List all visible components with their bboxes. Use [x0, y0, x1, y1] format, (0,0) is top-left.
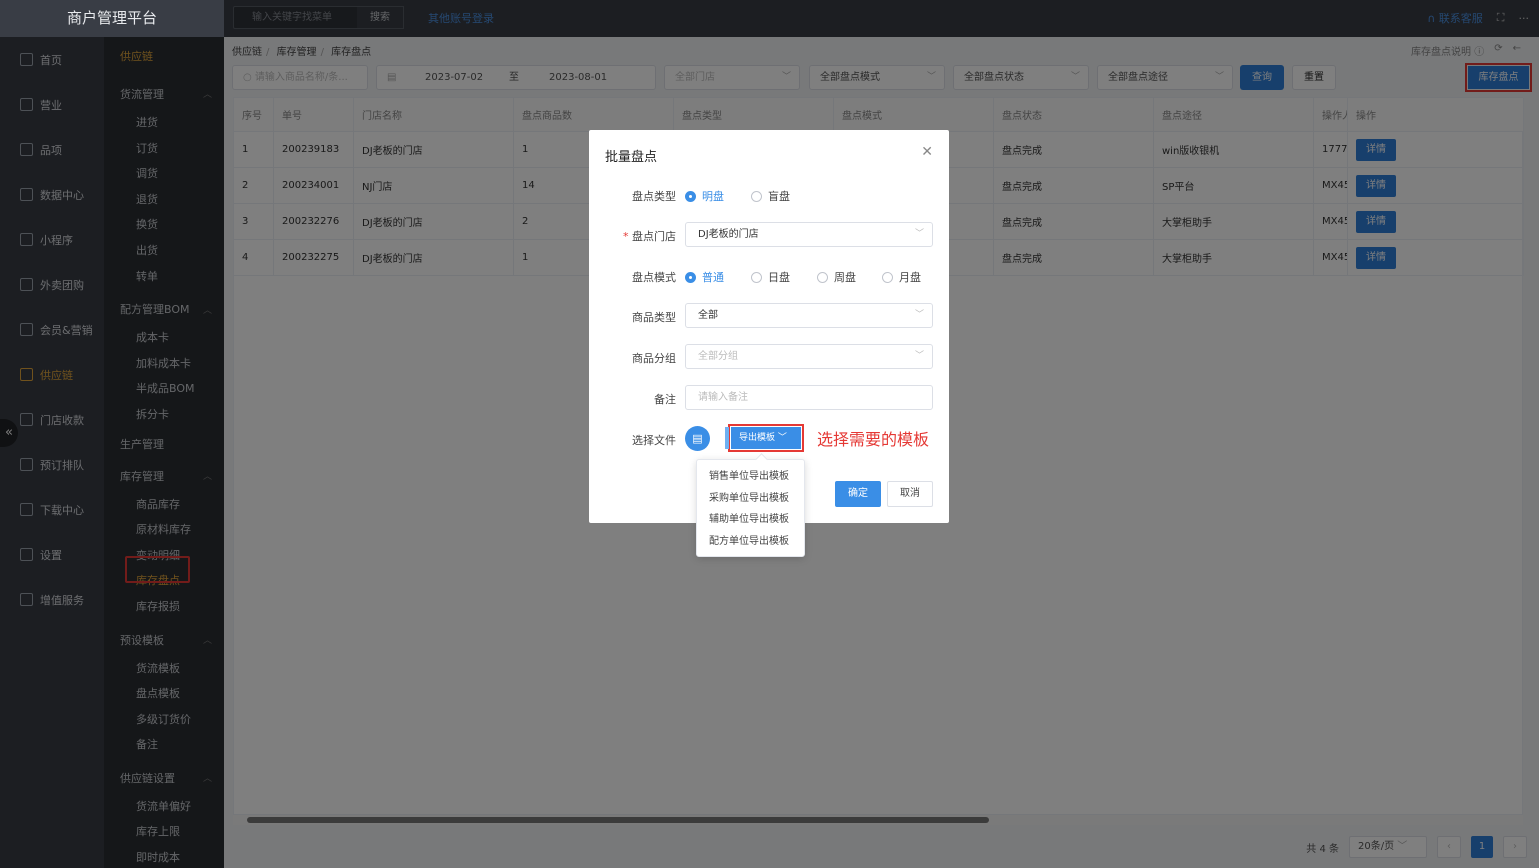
radio-label: 周盘 [834, 271, 856, 284]
radio-checked-icon [685, 271, 696, 283]
goods-group-label: 商品分组 [632, 352, 676, 365]
dialog-title: 批量盘点 [605, 150, 658, 165]
radio-label: 盲盘 [768, 190, 790, 203]
radio-unchecked-icon [751, 271, 762, 283]
file-label: 选择文件 [632, 434, 676, 447]
radio-mode-monthly[interactable]: 月盘 [882, 269, 921, 285]
mode-label: 盘点模式 [632, 271, 676, 284]
goods-type-value: 全部 [698, 310, 718, 321]
goods-type-label: 商品类型 [632, 311, 676, 324]
remark-label: 备注 [654, 393, 676, 406]
export-menu-item[interactable]: 采购单位导出模板 [697, 488, 804, 510]
radio-checked-icon [685, 190, 696, 202]
goods-group-placeholder: 全部分组 [698, 351, 738, 362]
radio-label: 月盘 [899, 271, 921, 284]
cancel-button[interactable]: 取消 [887, 481, 933, 507]
annotation-text: 选择需要的模板 [817, 430, 930, 449]
chevron-down-icon: ﹀ [914, 351, 924, 361]
chevron-down-icon: ﹀ [914, 310, 924, 320]
radio-mode-daily[interactable]: 日盘 [751, 269, 790, 285]
type-label: 盘点类型 [632, 190, 676, 203]
remark-placeholder: 请输入备注 [698, 392, 748, 403]
radio-open-count[interactable]: 明盘 [685, 188, 724, 204]
export-template-button[interactable]: 导出模板 ﹀ [725, 424, 804, 452]
radio-label: 日盘 [768, 271, 790, 284]
chevron-down-icon: ﹀ [777, 433, 787, 443]
upload-file-icon[interactable]: ▤ [685, 426, 710, 451]
remark-input[interactable]: 请输入备注 [685, 385, 933, 410]
goods-type-select[interactable]: 全部 ﹀ [685, 303, 933, 328]
goods-group-select[interactable]: 全部分组 ﹀ [685, 344, 933, 369]
export-template-menu: 销售单位导出模板 采购单位导出模板 辅助单位导出模板 配方单位导出模板 [696, 459, 805, 557]
radio-unchecked-icon [751, 190, 762, 202]
store-label-text: 盘点门店 [632, 230, 676, 243]
radio-label: 普通 [702, 271, 724, 284]
export-menu-item[interactable]: 配方单位导出模板 [697, 531, 804, 553]
radio-mode-normal[interactable]: 普通 [685, 269, 724, 285]
radio-mode-weekly[interactable]: 周盘 [817, 269, 856, 285]
radio-blind-count[interactable]: 盲盘 [751, 188, 790, 204]
chevron-down-icon: ﹀ [914, 229, 924, 239]
export-menu-item[interactable]: 销售单位导出模板 [697, 466, 804, 488]
export-menu-item[interactable]: 辅助单位导出模板 [697, 509, 804, 531]
store-label: * 盘点门店 [623, 230, 676, 243]
radio-unchecked-icon [817, 271, 828, 283]
radio-label: 明盘 [702, 190, 724, 203]
export-button-edge [725, 427, 729, 449]
close-icon[interactable]: ✕ [921, 144, 933, 160]
export-template-label: 导出模板 [739, 433, 776, 443]
app-title: 商户管理平台 [0, 0, 224, 37]
radio-unchecked-icon [882, 271, 893, 283]
confirm-button[interactable]: 确定 [835, 481, 881, 507]
store-select[interactable]: DJ老板的门店 ﹀ [685, 222, 933, 247]
store-select-value: DJ老板的门店 [698, 229, 759, 240]
